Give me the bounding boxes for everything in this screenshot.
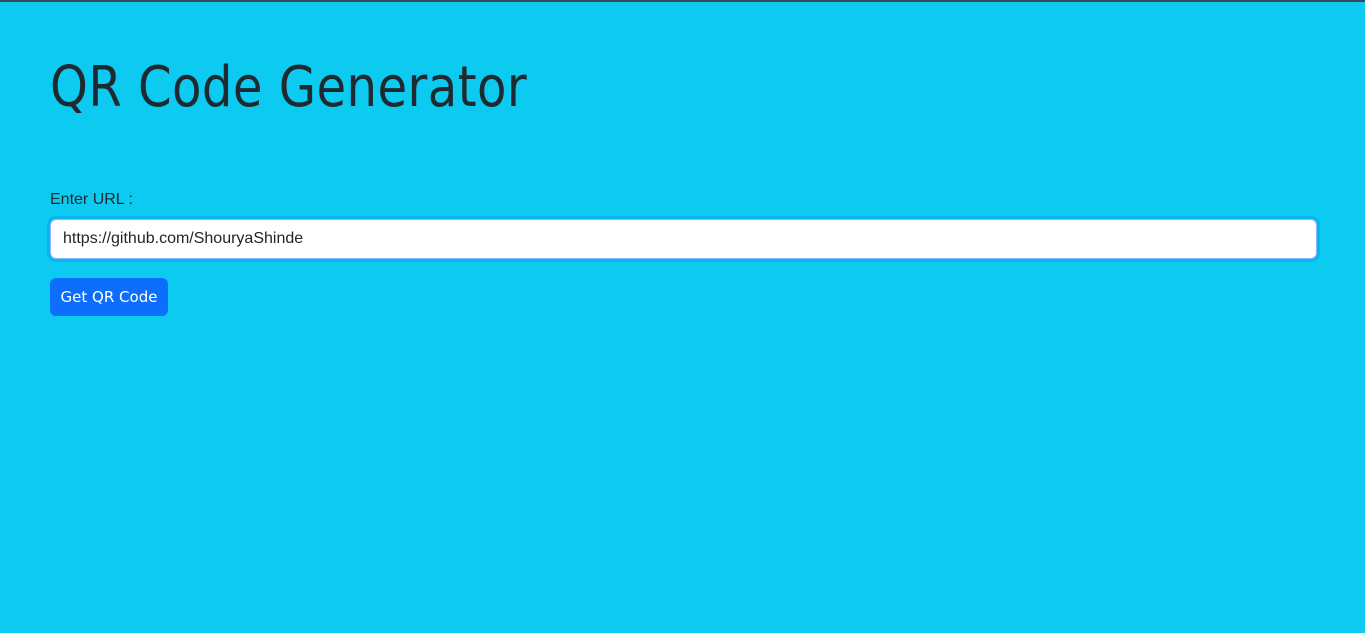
- get-qr-code-button[interactable]: Get QR Code: [50, 278, 168, 316]
- window-top-border: [0, 0, 1365, 2]
- url-label: Enter URL :: [50, 191, 133, 208]
- url-input[interactable]: [50, 219, 1317, 259]
- page-title: QR Code Generator: [50, 55, 528, 120]
